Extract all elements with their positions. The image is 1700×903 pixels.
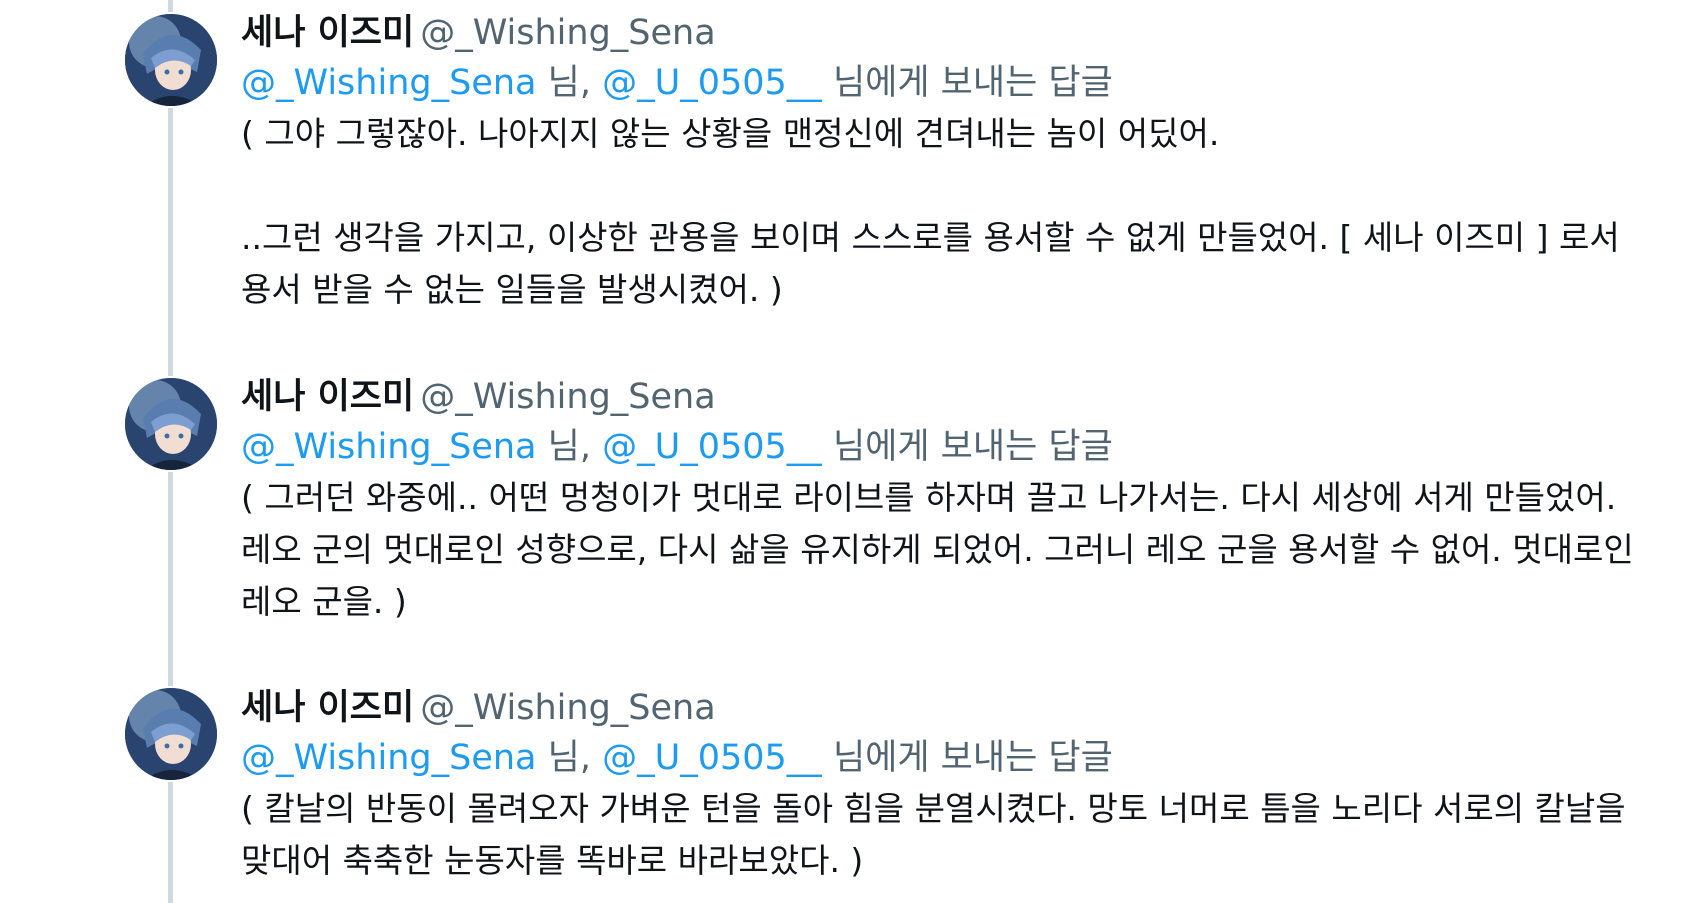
reply-separator: 님, — [547, 738, 591, 778]
user-handle[interactable]: @_Wishing_Sena — [420, 688, 715, 728]
mention-link[interactable]: @_Wishing_Sena — [241, 63, 536, 103]
mention-link[interactable]: @_U_0505__ — [602, 427, 822, 467]
reply-suffix: 님에게 보내는 답글 — [832, 63, 1113, 103]
tweet-header: 세나 이즈미 @_Wishing_Sena — [241, 372, 1661, 422]
mention-link[interactable]: @_U_0505__ — [602, 63, 822, 103]
reply-separator: 님, — [547, 427, 591, 467]
reply-suffix: 님에게 보내는 답글 — [832, 738, 1113, 778]
reply-context: @_Wishing_Sena 님, @_U_0505__ 님에게 보내는 답글 — [241, 733, 1661, 783]
reply-context: @_Wishing_Sena 님, @_U_0505__ 님에게 보내는 답글 — [241, 422, 1661, 472]
reply-suffix: 님에게 보내는 답글 — [832, 427, 1113, 467]
tweet-text-line: 용서 받을 수 없는 일들을 발생시켰어. ) — [241, 270, 783, 309]
tweet-header: 세나 이즈미 @_Wishing_Sena — [241, 8, 1661, 58]
avatar-image — [125, 688, 217, 780]
display-name[interactable]: 세나 이즈미 — [241, 377, 414, 417]
avatar[interactable] — [125, 14, 217, 106]
reply-context: @_Wishing_Sena 님, @_U_0505__ 님에게 보내는 답글 — [241, 58, 1661, 108]
tweet-text-line: ( 칼날의 반동이 몰려오자 가벼운 턴을 돌아 힘을 분열시켰다. 망토 너머… — [241, 789, 1626, 828]
tweet-header: 세나 이즈미 @_Wishing_Sena — [241, 683, 1661, 733]
tweet-text-line: 맞대어 축축한 눈동자를 똑바로 바라보았다. ) — [241, 841, 864, 880]
tweet-text-line: ..그런 생각을 가지고, 이상한 관용을 보이며 스스로를 용서할 수 없게 … — [241, 218, 1620, 257]
tweet-text-line: 레오 군의 멋대로인 성향으로, 다시 삶을 유지하게 되었어. 그러니 레오 … — [241, 530, 1634, 569]
mention-link[interactable]: @_Wishing_Sena — [241, 738, 536, 778]
tweet-text-line: 레오 군을. ) — [241, 582, 407, 621]
avatar-image — [125, 378, 217, 470]
avatar-image — [125, 14, 217, 106]
mention-link[interactable]: @_U_0505__ — [602, 738, 822, 778]
avatar[interactable] — [125, 688, 217, 780]
display-name[interactable]: 세나 이즈미 — [241, 688, 414, 728]
tweet-text-line: ( 그야 그렇잖아. 나아지지 않는 상황을 맨정신에 견뎌내는 놈이 어딨어. — [241, 114, 1220, 153]
tweet-text-line: ( 그러던 와중에.. 어떤 멍청이가 멋대로 라이브를 하자며 끌고 나가서는… — [241, 478, 1617, 517]
mention-link[interactable]: @_Wishing_Sena — [241, 427, 536, 467]
user-handle[interactable]: @_Wishing_Sena — [420, 13, 715, 53]
reply-separator: 님, — [547, 63, 591, 103]
avatar[interactable] — [125, 378, 217, 470]
display-name[interactable]: 세나 이즈미 — [241, 13, 414, 53]
user-handle[interactable]: @_Wishing_Sena — [420, 377, 715, 417]
